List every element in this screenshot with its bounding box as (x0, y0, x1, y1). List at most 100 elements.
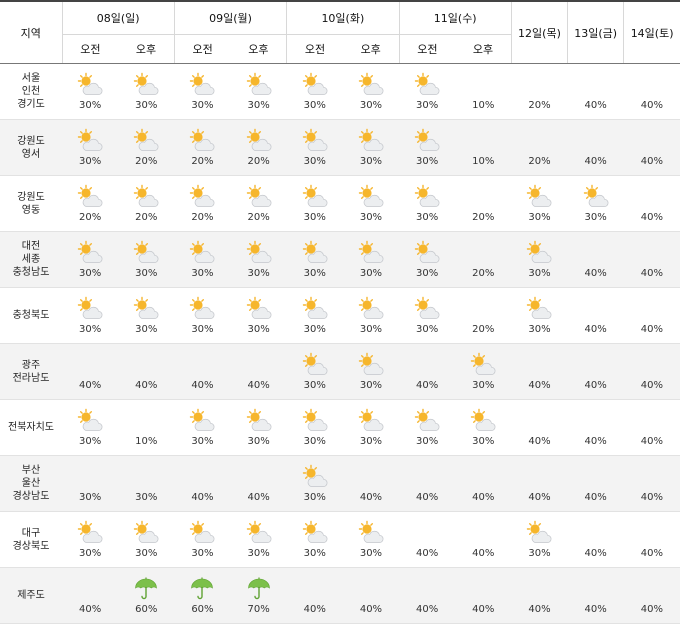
forecast-cell: 40% (174, 343, 231, 400)
precip-probability: 30% (191, 547, 214, 559)
partly-cloudy-icon (302, 128, 328, 154)
precip-probability: 40% (416, 603, 439, 615)
precip-probability: 30% (303, 155, 326, 167)
precip-probability: 60% (135, 603, 158, 615)
precip-probability: 30% (472, 379, 495, 391)
precip-probability: 30% (359, 547, 383, 559)
precip-probability: 30% (416, 435, 439, 447)
cloudy-icon (414, 520, 440, 546)
forecast-cell: 30% (230, 399, 287, 456)
precip-probability: 60% (191, 603, 214, 615)
partly-cloudy-icon (358, 240, 384, 266)
cloudy-icon (639, 408, 665, 434)
precip-probability: 30% (78, 323, 102, 335)
day-header: 08일(일) (61, 1, 175, 35)
cloudy-icon (583, 352, 609, 378)
cloudy-icon (583, 520, 609, 546)
cloudy-icon (583, 464, 609, 490)
region-name: 부산 울산 경상남도 (0, 455, 62, 512)
day-header: 10일(화) (286, 1, 400, 35)
forecast-cell: 30% (174, 399, 231, 456)
precip-probability: 20% (472, 267, 495, 279)
forecast-cell: 30% (62, 287, 119, 344)
partly-cloudy-icon (302, 72, 328, 98)
precip-probability: 20% (135, 211, 158, 223)
precip-probability: 30% (303, 99, 326, 111)
precip-probability: 40% (472, 547, 495, 559)
cloudy-icon (189, 464, 215, 490)
sunny-icon (470, 296, 496, 322)
partly-cloudy-icon (358, 296, 384, 322)
precip-probability: 30% (135, 323, 158, 335)
forecast-cell: 40% (567, 63, 624, 120)
precip-probability: 30% (416, 211, 439, 223)
cloudy-icon (358, 464, 384, 490)
cloudy-icon (470, 464, 496, 490)
partly-cloudy-icon (302, 464, 328, 490)
forecast-cell: 40% (62, 567, 119, 624)
partly-cloudy-icon (133, 296, 159, 322)
precip-probability: 30% (247, 99, 270, 111)
forecast-cell: 40% (623, 119, 680, 176)
forecast-cell: 30% (455, 399, 512, 456)
precip-probability: 30% (303, 491, 326, 503)
precip-probability: 30% (191, 435, 214, 447)
forecast-cell: 30% (174, 287, 231, 344)
cloudy-icon (583, 576, 609, 602)
cloudy-icon (583, 128, 609, 154)
precip-probability: 30% (359, 379, 383, 391)
precip-probability: 40% (247, 379, 270, 391)
forecast-cell: 30% (174, 63, 231, 120)
forecast-cell: 20% (230, 119, 287, 176)
forecast-cell: 30% (399, 63, 456, 120)
forecast-cell: 40% (567, 231, 624, 288)
precip-probability: 30% (191, 323, 214, 335)
cloudy-icon (470, 520, 496, 546)
forecast-cell: 40% (455, 567, 512, 624)
day-header: 11일(수) (398, 1, 512, 35)
rain-umbrella-icon (246, 576, 272, 602)
forecast-cell: 30% (286, 287, 343, 344)
forecast-cell: 60% (118, 567, 175, 624)
partly-cloudy-icon (246, 240, 272, 266)
partly-cloudy-icon (302, 184, 328, 210)
forecast-cell: 30% (230, 231, 287, 288)
cloudy-icon (133, 464, 159, 490)
rain-umbrella-icon (189, 576, 215, 602)
forecast-cell: 20% (511, 119, 568, 176)
precip-probability: 30% (191, 267, 214, 279)
forecast-cell: 30% (511, 287, 568, 344)
precip-probability: 20% (247, 155, 270, 167)
precip-probability: 40% (584, 323, 607, 335)
partly-cloudy-icon (358, 184, 384, 210)
precip-probability: 40% (528, 379, 551, 391)
cloudy-icon (583, 72, 609, 98)
precip-probability: 20% (472, 323, 495, 335)
partly-cloudy-icon (302, 240, 328, 266)
cloudy-icon (358, 576, 384, 602)
cloudy-icon (639, 520, 665, 546)
sunny-icon (470, 128, 496, 154)
cloudy-icon (133, 352, 159, 378)
partly-cloudy-icon (133, 128, 159, 154)
forecast-cell: 40% (342, 455, 400, 512)
cloudy-icon (639, 128, 665, 154)
cloudy-icon (526, 464, 552, 490)
forecast-cell: 30% (286, 63, 343, 120)
precip-probability: 40% (640, 435, 663, 447)
precip-probability: 40% (584, 547, 607, 559)
precip-probability: 30% (135, 267, 158, 279)
cloudy-icon (414, 464, 440, 490)
cloudy-icon (583, 240, 609, 266)
forecast-cell: 40% (455, 511, 512, 568)
precip-probability: 40% (303, 603, 326, 615)
partly-cloudy-icon (414, 184, 440, 210)
cloudy-icon (414, 576, 440, 602)
forecast-body: 서울 인천 경기도 30% 30% 30% 30% 30% 30% 30% 10% 20% 40% 4… (0, 63, 680, 624)
forecast-cell: 40% (567, 119, 624, 176)
pm-header: 오후 (342, 34, 400, 64)
am-header: 오전 (286, 34, 343, 64)
precip-probability: 30% (416, 267, 439, 279)
forecast-cell: 40% (623, 455, 680, 512)
forecast-cell: 40% (399, 567, 456, 624)
